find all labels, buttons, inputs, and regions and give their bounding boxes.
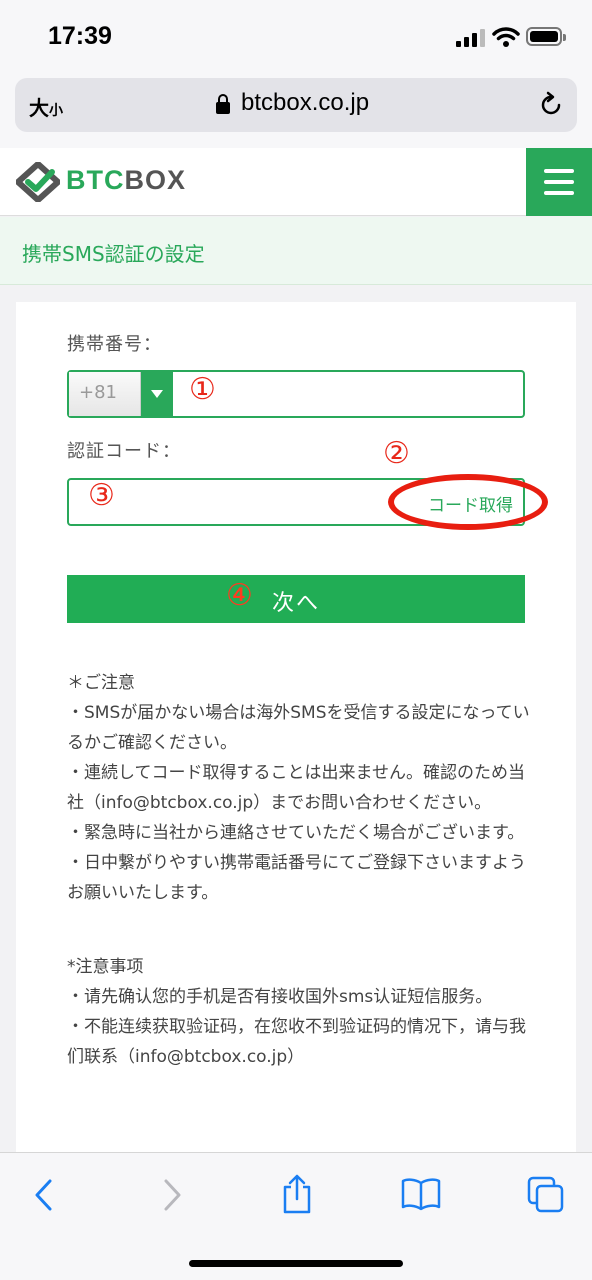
phone-number-input[interactable] (173, 372, 523, 416)
country-code-dropdown-button[interactable] (141, 372, 173, 416)
country-code-select[interactable]: +81 (69, 372, 141, 416)
btcbox-logo-icon[interactable] (16, 162, 60, 202)
wifi-icon (492, 27, 520, 47)
annotation-marker-1: ① (189, 372, 216, 407)
battery-icon (526, 27, 566, 46)
tabs-icon[interactable] (526, 1175, 566, 1215)
text-size-button[interactable]: 大小 (29, 92, 63, 121)
next-button-label: 次へ (271, 590, 320, 615)
back-icon[interactable] (30, 1177, 58, 1213)
highlight-circle (388, 474, 548, 530)
sms-auth-card: 携帯番号： +81 ① 認証コード： ② コード取得 ③ 次へ ④ ＊ご注意 ・… (16, 302, 576, 1172)
page-title: 携帯SMS認証の設定 (22, 242, 205, 266)
note-ja-heading: ＊ご注意 (67, 673, 135, 693)
home-indicator (189, 1260, 403, 1267)
annotation-marker-4: ④ (226, 578, 253, 613)
site-header: BTCBOX (0, 148, 592, 216)
logo-btc-text: BTC (66, 165, 125, 195)
note-zh-heading: *注意事项 (67, 957, 144, 977)
note-zh-item: ・不能连续获取验证码，在您收不到验证码的情况下，请与我们联系（info@btcb… (67, 1017, 526, 1067)
status-time: 17:39 (48, 22, 112, 50)
status-bar: 17:39 (0, 0, 592, 72)
page-title-bar: 携帯SMS認証の設定 (0, 217, 592, 285)
logo-box-text: BOX (124, 165, 187, 195)
text-size-large: 大 (29, 96, 49, 120)
browser-address-area: 大小 btcbox.co.jp (0, 72, 592, 148)
share-icon[interactable] (280, 1173, 314, 1215)
reload-icon[interactable] (537, 91, 565, 119)
annotation-marker-3: ③ (88, 478, 115, 513)
annotation-marker-2: ② (383, 436, 410, 471)
bookmarks-icon[interactable] (400, 1177, 442, 1211)
phone-label: 携帯番号： (67, 334, 162, 355)
hamburger-menu-button[interactable] (526, 148, 592, 216)
note-ja-item: ・日中繋がりやすい携帯電話番号にてご登録下さいますようお願いいたします。 (67, 853, 526, 903)
note-ja-item: ・緊急時に当社から連絡させていただく場合がございます。 (67, 823, 525, 843)
notes-section: ＊ご注意 ・SMSが届かない場合は海外SMSを受信する設定になっているかご確認く… (67, 668, 537, 1072)
btcbox-logo[interactable]: BTCBOX (66, 165, 186, 196)
note-zh-item: ・请先确认您的手机是否有接收国外sms认证短信服务。 (67, 987, 493, 1007)
note-ja-item: ・SMSが届かない場合は海外SMSを受信する設定になっているかご確認ください。 (67, 703, 530, 753)
next-button[interactable]: 次へ (67, 575, 525, 623)
forward-icon[interactable] (158, 1177, 186, 1213)
note-ja-item: ・連続してコード取得することは出来ません。確認のため当社（info@btcbox… (67, 763, 525, 813)
signal-icon (456, 29, 486, 47)
phone-number-field: +81 (67, 370, 525, 418)
verification-code-label: 認証コード： (67, 441, 181, 462)
lock-icon (216, 94, 230, 114)
url-domain[interactable]: btcbox.co.jp (241, 89, 369, 117)
text-size-small: 小 (49, 103, 63, 119)
country-code-value: +81 (79, 382, 117, 403)
address-bar[interactable]: 大小 btcbox.co.jp (15, 78, 577, 132)
